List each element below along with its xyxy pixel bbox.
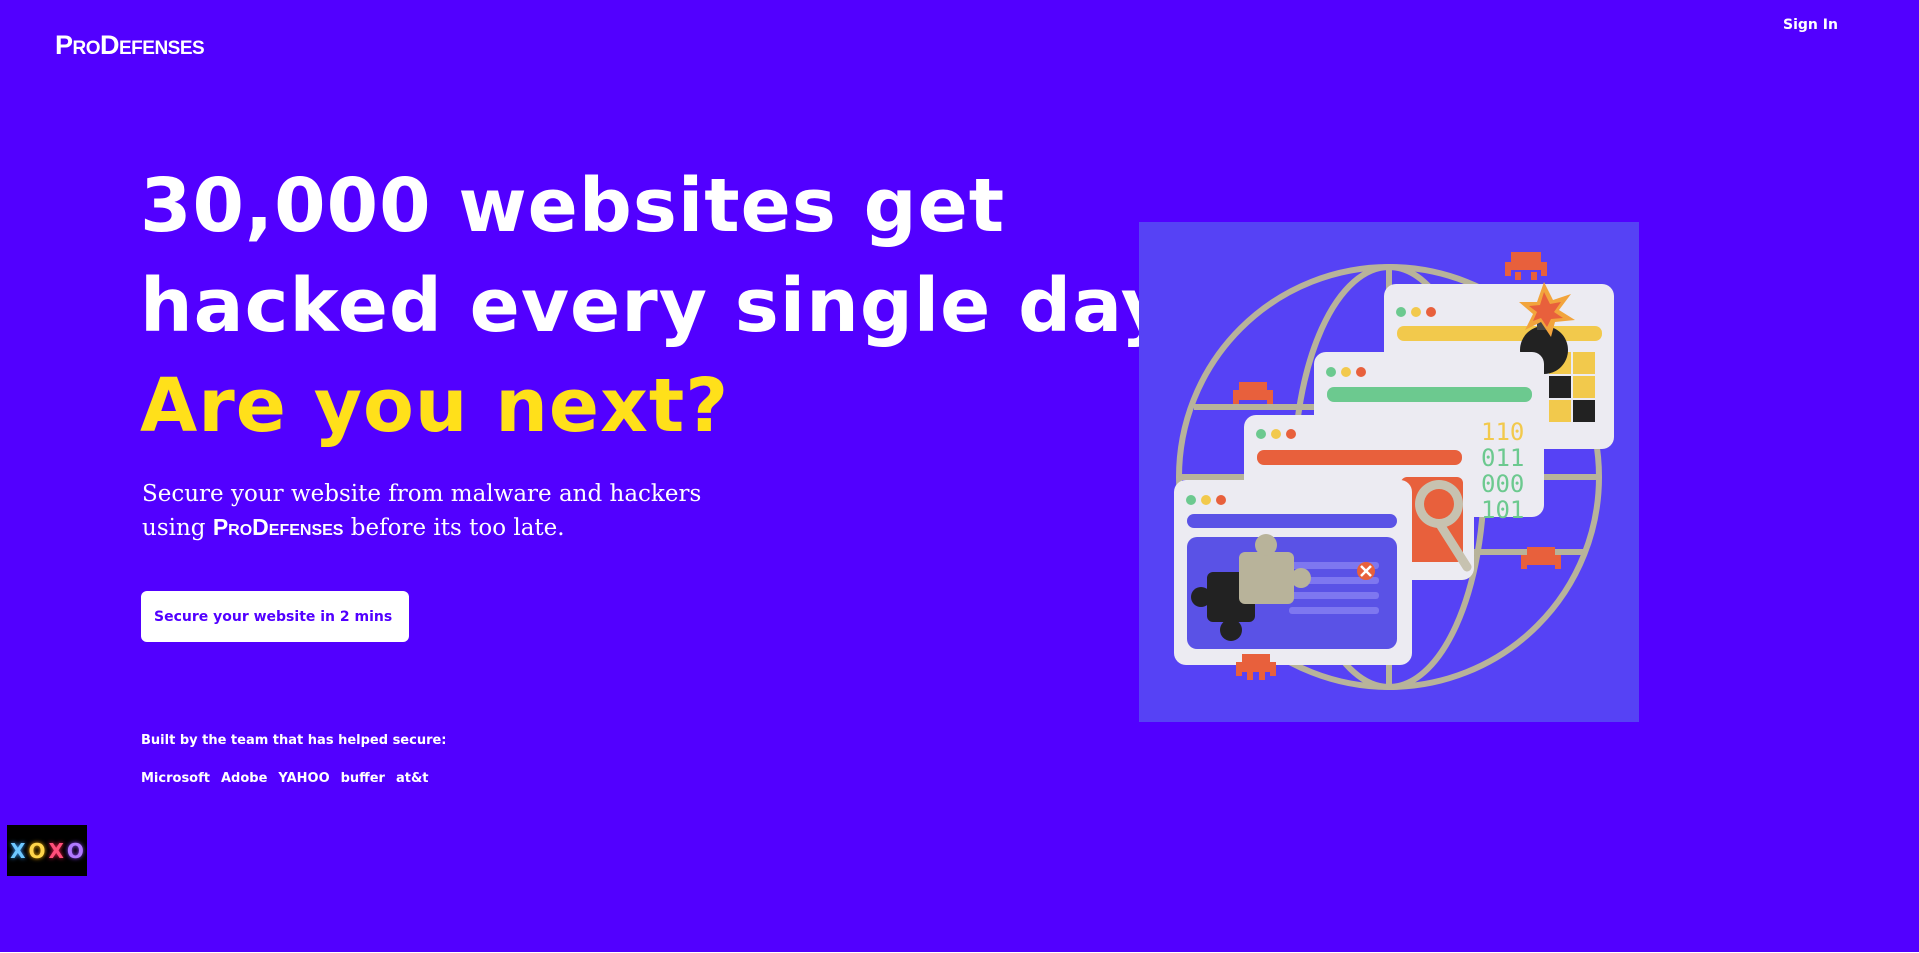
hero-headline: 30,000 websites get hacked every single … xyxy=(140,156,1193,456)
headline-line-1: 30,000 websites get xyxy=(140,163,1006,249)
client-logos: Microsoft Adobe YAHOO buffer at&t xyxy=(141,771,429,786)
security-illustration-svg: 110 011 000 101 xyxy=(1174,252,1614,690)
space-invader-icon xyxy=(1521,547,1561,569)
hero-subtitle: Secure your website from malware and hac… xyxy=(142,478,702,545)
client-logo-buffer: buffer xyxy=(340,771,385,786)
client-logo-att: at&t xyxy=(395,771,429,786)
xoxo-letter: O xyxy=(28,838,46,863)
close-icon xyxy=(1357,562,1375,580)
security-illustration: 110 011 000 101 xyxy=(1139,222,1639,722)
binary-line: 011 xyxy=(1481,444,1524,472)
xoxo-letter: O xyxy=(66,838,84,863)
browser-window-icon xyxy=(1174,480,1412,665)
client-logo-microsoft: Microsoft xyxy=(141,771,210,786)
xoxo-letter: X xyxy=(48,838,64,863)
binary-line: 110 xyxy=(1481,418,1524,446)
subtitle-brand: ProDefenses xyxy=(212,514,344,540)
landing-page: ProDefenses Sign In 30,000 websites get … xyxy=(0,0,1919,952)
binary-line: 000 xyxy=(1481,470,1524,498)
logo[interactable]: ProDefenses xyxy=(55,30,205,61)
xoxo-letter: X xyxy=(10,838,26,863)
subtitle-text-end: before its too late. xyxy=(343,515,565,541)
built-by-text: Built by the team that has helped secure… xyxy=(141,733,447,748)
space-invader-icon xyxy=(1233,382,1273,404)
headline-line-2: hacked every single day. xyxy=(140,263,1193,349)
headline-accent: Are you next? xyxy=(140,363,730,449)
space-invader-icon xyxy=(1236,654,1276,680)
client-logo-adobe: Adobe xyxy=(220,771,268,786)
space-invader-icon xyxy=(1505,252,1547,280)
secure-website-button[interactable]: Secure your website in 2 mins xyxy=(141,591,409,642)
client-logo-yahoo: YAHOO xyxy=(278,771,330,786)
binary-line: 101 xyxy=(1481,496,1524,524)
sign-in-link[interactable]: Sign In xyxy=(1783,17,1838,33)
xoxo-badge[interactable]: X O X O xyxy=(7,825,87,876)
